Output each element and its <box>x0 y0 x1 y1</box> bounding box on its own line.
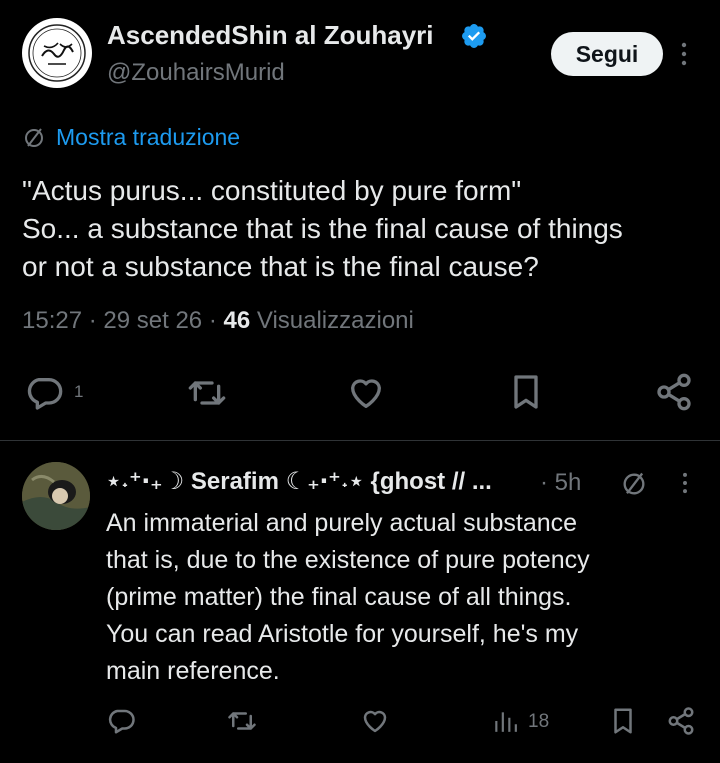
author-avatar[interactable] <box>22 18 92 88</box>
tweet-line: So... a substance that is the final caus… <box>22 213 623 244</box>
reply-line: that is, due to the existence of pure po… <box>106 546 590 574</box>
like-icon[interactable] <box>360 706 390 736</box>
translate-label: Mostra traduzione <box>56 124 241 150</box>
reply-text: An immaterial and purely actual substanc… <box>106 505 706 690</box>
reply-line: main reference. <box>106 657 280 685</box>
reply-icon[interactable] <box>24 373 64 413</box>
author-handle[interactable]: @ZouhairsMurid <box>107 59 285 87</box>
avatar-image <box>22 462 90 530</box>
reply-line: An immaterial and purely actual substanc… <box>106 509 578 537</box>
tweet-date[interactable]: 29 set 26 <box>103 307 202 334</box>
translate-icon <box>25 127 43 147</box>
separator-dot: · <box>208 307 224 334</box>
author-name[interactable]: AscendedShin al Zouhayri <box>107 20 434 51</box>
reply-time[interactable]: · 5h <box>540 469 581 497</box>
tweet-meta: 15:27 · 29 set 26 · 46 Visualizzazioni <box>22 307 414 335</box>
verified-badge-icon <box>462 24 486 48</box>
reply-icon[interactable] <box>106 706 136 736</box>
views-icon[interactable] <box>492 708 518 734</box>
translate-icon[interactable] <box>620 470 648 498</box>
views-label: Visualizzazioni <box>256 307 414 334</box>
retweet-icon[interactable] <box>186 373 228 413</box>
share-icon[interactable] <box>666 706 696 736</box>
reply-count: 1 <box>74 382 84 401</box>
reply-avatar[interactable] <box>22 462 90 530</box>
translate-link[interactable]: Mostra traduzione <box>22 124 240 151</box>
like-icon[interactable] <box>346 373 386 413</box>
share-icon[interactable] <box>654 372 694 412</box>
calligraphy-logo-icon <box>28 24 86 82</box>
tweet-text: "Actus purus... constituted by pure form… <box>22 172 712 286</box>
reply-views-count: 18 <box>528 711 550 732</box>
divider <box>0 440 720 441</box>
tweet-line: "Actus purus... constituted by pure form… <box>22 175 522 206</box>
tweet-time[interactable]: 15:27 <box>22 307 82 334</box>
reply-line: (prime matter) the final cause of all th… <box>106 583 572 611</box>
more-icon[interactable] <box>674 40 694 68</box>
follow-button[interactable]: Segui <box>551 32 663 76</box>
bookmark-icon[interactable] <box>608 706 638 736</box>
tweet-line: or not a substance that is the final cau… <box>22 251 539 282</box>
retweet-icon[interactable] <box>226 706 258 736</box>
bookmark-icon[interactable] <box>506 372 546 412</box>
views-count: 46 <box>223 307 251 334</box>
reply-line: You can read Aristotle for yourself, he'… <box>106 620 579 648</box>
reply-author-name[interactable]: ⋆˖⁺‧₊☽ Serafim ☾₊‧⁺˖⋆ {ghost // ... <box>106 467 492 496</box>
separator-dot: · <box>88 307 104 334</box>
more-icon[interactable] <box>676 470 694 496</box>
